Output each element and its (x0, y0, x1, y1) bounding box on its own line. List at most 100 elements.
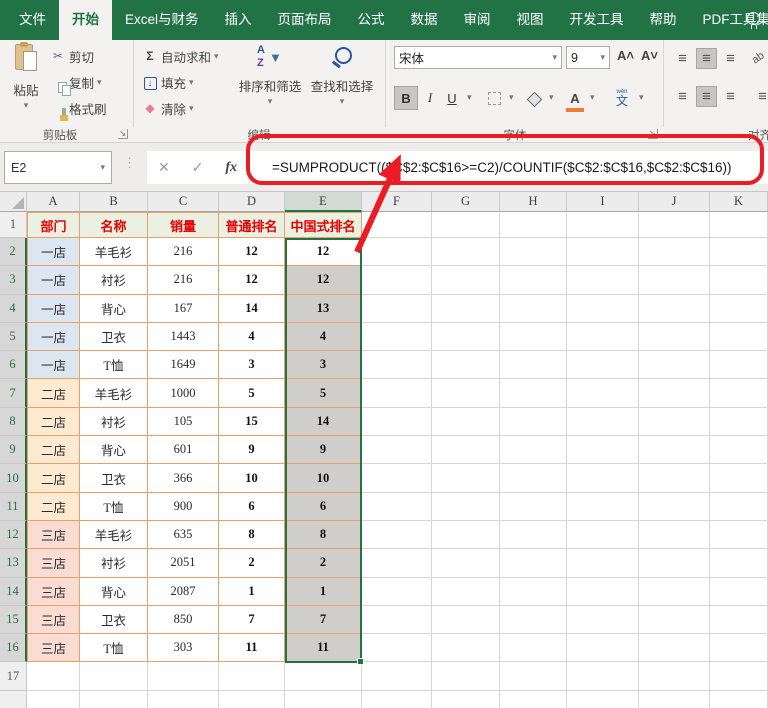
cn-rank-cell[interactable]: 6 (285, 493, 362, 521)
column-header-J[interactable]: J (639, 192, 710, 212)
name-cell[interactable]: 衬衫 (80, 549, 148, 577)
font-size-combo[interactable]: 9 ▾ (566, 46, 610, 69)
empty-cell[interactable] (362, 464, 432, 492)
rank-cell[interactable]: 11 (219, 634, 285, 662)
empty-cell[interactable] (639, 351, 710, 379)
table-header-cell[interactable]: 普通排名 (219, 212, 285, 238)
autosum-button[interactable]: Σ 自动求和 ▾ (142, 46, 219, 66)
sort-filter-button[interactable]: AZ▼ 排序和筛选 ▾ (236, 44, 304, 107)
empty-cell[interactable] (500, 691, 567, 708)
cn-rank-cell[interactable]: 8 (285, 521, 362, 549)
empty-cell[interactable] (432, 634, 500, 662)
column-header-A[interactable]: A (27, 192, 80, 212)
name-cell[interactable]: 背心 (80, 578, 148, 606)
empty-cell[interactable] (432, 662, 500, 690)
empty-cell[interactable] (567, 266, 639, 294)
ribbon-tab[interactable]: 开发工具 (557, 0, 637, 40)
empty-cell[interactable] (362, 606, 432, 634)
empty-cell[interactable] (80, 691, 148, 708)
empty-cell[interactable] (500, 578, 567, 606)
row-header-6[interactable]: 6 (0, 351, 27, 379)
ribbon-tab[interactable]: 帮助 (637, 0, 690, 40)
empty-cell[interactable] (567, 464, 639, 492)
empty-cell[interactable] (362, 266, 432, 294)
empty-cell[interactable] (639, 295, 710, 323)
empty-cell[interactable] (432, 379, 500, 407)
fill-button[interactable]: ↓ 填充 ▾ (142, 72, 194, 92)
cn-rank-cell[interactable]: 1 (285, 578, 362, 606)
empty-cell[interactable] (432, 436, 500, 464)
phonetic-guide-button[interactable]: wén文 (612, 86, 632, 110)
empty-cell[interactable] (500, 521, 567, 549)
cn-rank-cell[interactable]: 5 (285, 379, 362, 407)
name-cell[interactable]: 卫衣 (80, 464, 148, 492)
empty-cell[interactable] (362, 295, 432, 323)
empty-cell[interactable] (710, 634, 768, 662)
empty-cell[interactable] (500, 295, 567, 323)
dept-cell[interactable]: 三店 (27, 634, 80, 662)
chevron-down-icon[interactable]: ▾ (509, 92, 514, 103)
empty-cell[interactable] (567, 691, 639, 708)
name-cell[interactable]: 衬衫 (80, 266, 148, 294)
empty-cell[interactable] (148, 662, 219, 690)
row-header-2[interactable]: 2 (0, 238, 27, 266)
empty-cell[interactable] (362, 323, 432, 351)
empty-cell[interactable] (432, 266, 500, 294)
sales-cell[interactable]: 601 (148, 436, 219, 464)
name-cell[interactable]: 卫衣 (80, 606, 148, 634)
ribbon-tab[interactable]: 公式 (345, 0, 398, 40)
table-header-cell[interactable]: 部门 (27, 212, 80, 238)
row-header-10[interactable]: 10 (0, 464, 27, 492)
font-color-button[interactable]: A (566, 86, 584, 110)
rank-cell[interactable]: 12 (219, 238, 285, 266)
dept-cell[interactable]: 三店 (27, 606, 80, 634)
empty-cell[interactable] (500, 351, 567, 379)
empty-cell[interactable] (639, 238, 710, 266)
empty-cell[interactable] (567, 323, 639, 351)
dept-cell[interactable]: 二店 (27, 408, 80, 436)
align-middle-button[interactable]: ≡ (696, 48, 717, 69)
sales-cell[interactable]: 105 (148, 408, 219, 436)
empty-cell[interactable] (500, 323, 567, 351)
enter-icon[interactable]: ✓ (192, 159, 204, 176)
empty-cell[interactable] (432, 323, 500, 351)
dept-cell[interactable]: 一店 (27, 238, 80, 266)
align-bottom-button[interactable]: ≡ (720, 48, 741, 69)
rank-cell[interactable]: 9 (219, 436, 285, 464)
empty-cell[interactable] (710, 266, 768, 294)
select-all-corner[interactable] (0, 192, 27, 212)
row-header-3[interactable]: 3 (0, 266, 27, 294)
empty-cell[interactable] (500, 662, 567, 690)
copy-button[interactable]: 复制 ▾ (50, 72, 102, 92)
empty-cell[interactable] (567, 493, 639, 521)
row-header-15[interactable]: 15 (0, 606, 27, 634)
format-painter-button[interactable]: 格式刷 (50, 98, 107, 118)
empty-cell[interactable] (567, 436, 639, 464)
empty-cell[interactable] (567, 662, 639, 690)
dept-cell[interactable]: 三店 (27, 578, 80, 606)
empty-cell[interactable] (710, 212, 768, 238)
rank-cell[interactable]: 2 (219, 549, 285, 577)
empty-cell[interactable] (362, 351, 432, 379)
clipboard-dialog-launcher-icon[interactable]: ↘ (118, 129, 128, 139)
dept-cell[interactable]: 一店 (27, 266, 80, 294)
rank-cell[interactable]: 5 (219, 379, 285, 407)
empty-cell[interactable] (639, 212, 710, 238)
empty-cell[interactable] (710, 549, 768, 577)
empty-cell[interactable] (567, 521, 639, 549)
empty-cell[interactable] (362, 691, 432, 708)
chevron-down-icon[interactable]: ▾ (467, 92, 472, 103)
empty-cell[interactable] (710, 379, 768, 407)
sales-cell[interactable]: 1649 (148, 351, 219, 379)
empty-cell[interactable] (500, 436, 567, 464)
name-cell[interactable]: 背心 (80, 295, 148, 323)
empty-cell[interactable] (567, 351, 639, 379)
row-header-7[interactable]: 7 (0, 379, 27, 407)
name-cell[interactable]: 羊毛衫 (80, 379, 148, 407)
name-cell[interactable]: T恤 (80, 634, 148, 662)
empty-cell[interactable] (432, 464, 500, 492)
active-cell-E2[interactable]: 12 (285, 238, 362, 266)
rank-cell[interactable]: 1 (219, 578, 285, 606)
empty-cell[interactable] (432, 578, 500, 606)
italic-button[interactable]: I (421, 86, 439, 110)
